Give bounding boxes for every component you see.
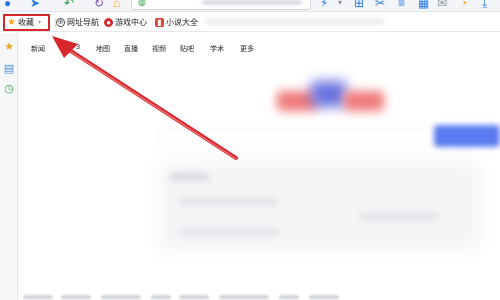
content-line-blurred <box>359 213 439 221</box>
search-button-blurred[interactable] <box>434 125 500 147</box>
logo-blur-red-2 <box>344 91 384 111</box>
blurred-bookmarks <box>205 18 385 25</box>
back-icon[interactable]: ● <box>4 0 11 9</box>
browser-window: ● ➤ ↶ ↻ ⌂ ◍ ⚡ ▾ ⊞ ✂ ≡ ▦ ✉ ◔ ⤓ ★ 收藏 ▾ ⊕ 网… <box>0 0 500 300</box>
download-icon[interactable]: ⤓ <box>482 0 487 9</box>
page-content: 新闻 3 地图 直播 视频 贴吧 学术 更多 <box>19 33 500 300</box>
content-line-blurred <box>179 228 279 236</box>
bookmark-label: 游戏中心 <box>115 18 147 27</box>
lightning-icon[interactable]: ⚡ <box>320 0 328 9</box>
nav-link-news[interactable]: 新闻 <box>31 44 45 54</box>
nav-link-map[interactable]: 地图 <box>96 44 110 54</box>
footer-blurred <box>19 293 500 300</box>
logo-blur-blue <box>311 81 346 107</box>
clock-icon[interactable]: ◔ <box>460 0 467 9</box>
bookmark-label: 网址导航 <box>67 18 99 27</box>
nav-link-academic[interactable]: 学术 <box>210 44 224 54</box>
favorites-button[interactable]: ★ 收藏 ▾ <box>3 14 50 31</box>
footer-item <box>61 295 91 299</box>
footer-item <box>151 295 171 299</box>
bookmark-label: 小说大全 <box>166 18 198 27</box>
nav-link-partial[interactable]: 3 <box>76 44 80 51</box>
bookmark-game-center[interactable]: ● 游戏中心 <box>104 16 147 29</box>
home-icon[interactable]: ⌂ <box>113 0 120 9</box>
footer-item <box>279 295 299 299</box>
favorites-star-icon[interactable]: ★ <box>3 41 15 53</box>
nav-link-live[interactable]: 直播 <box>124 44 138 54</box>
footer-item <box>309 295 339 299</box>
footer-item <box>219 295 269 299</box>
bookmarks-bar: ★ 收藏 ▾ ⊕ 网址导航 ● 游戏中心 ▮ 小说大全 <box>0 12 500 32</box>
bookmark-web-nav[interactable]: ⊕ 网址导航 <box>56 16 99 29</box>
side-panel: ★ ▤ ◷ <box>0 33 18 300</box>
secure-shield-icon: ◍ <box>138 0 146 7</box>
game-icon: ● <box>104 18 113 27</box>
apps-icon[interactable]: ▦ <box>418 0 429 9</box>
book-icon: ▮ <box>155 18 164 27</box>
menu-icon[interactable]: ≡ <box>398 0 405 9</box>
content-line-blurred <box>179 198 279 206</box>
nav-link-tieba[interactable]: 贴吧 <box>180 44 194 54</box>
chevron-down-icon: ▾ <box>37 20 41 26</box>
screenshot-icon[interactable]: ✂ <box>375 0 385 9</box>
search-input-blurred[interactable] <box>159 128 439 146</box>
bookmark-novels[interactable]: ▮ 小说大全 <box>155 16 198 29</box>
refresh-icon[interactable]: ↻ <box>94 0 104 9</box>
reader-icon[interactable]: ▤ <box>3 63 15 75</box>
mail-icon[interactable]: ✉ <box>437 0 447 9</box>
footer-item <box>101 295 141 299</box>
globe-icon: ⊕ <box>56 18 65 27</box>
footer-item <box>179 295 209 299</box>
browser-toolbar: ● ➤ ↶ ↻ ⌂ ◍ ⚡ ▾ ⊞ ✂ ≡ ▦ ✉ ◔ ⤓ <box>0 0 500 12</box>
nav-link-more[interactable]: 更多 <box>240 44 254 54</box>
favorites-label: 收藏 <box>17 18 34 27</box>
forward-icon[interactable]: ➤ <box>30 0 40 9</box>
history-clock-icon[interactable]: ◷ <box>3 83 15 95</box>
content-line-blurred <box>169 173 209 181</box>
star-icon: ★ <box>7 17 16 28</box>
back-arrow-icon[interactable]: ↶ <box>64 0 74 9</box>
footer-item <box>23 295 53 299</box>
nav-link-video[interactable]: 视频 <box>152 44 166 54</box>
dropdown-chevron-icon[interactable]: ▾ <box>338 0 342 9</box>
address-text-blurred <box>202 0 302 5</box>
address-bar[interactable]: ◍ <box>131 0 311 10</box>
extensions-icon[interactable]: ⊞ <box>354 0 364 9</box>
